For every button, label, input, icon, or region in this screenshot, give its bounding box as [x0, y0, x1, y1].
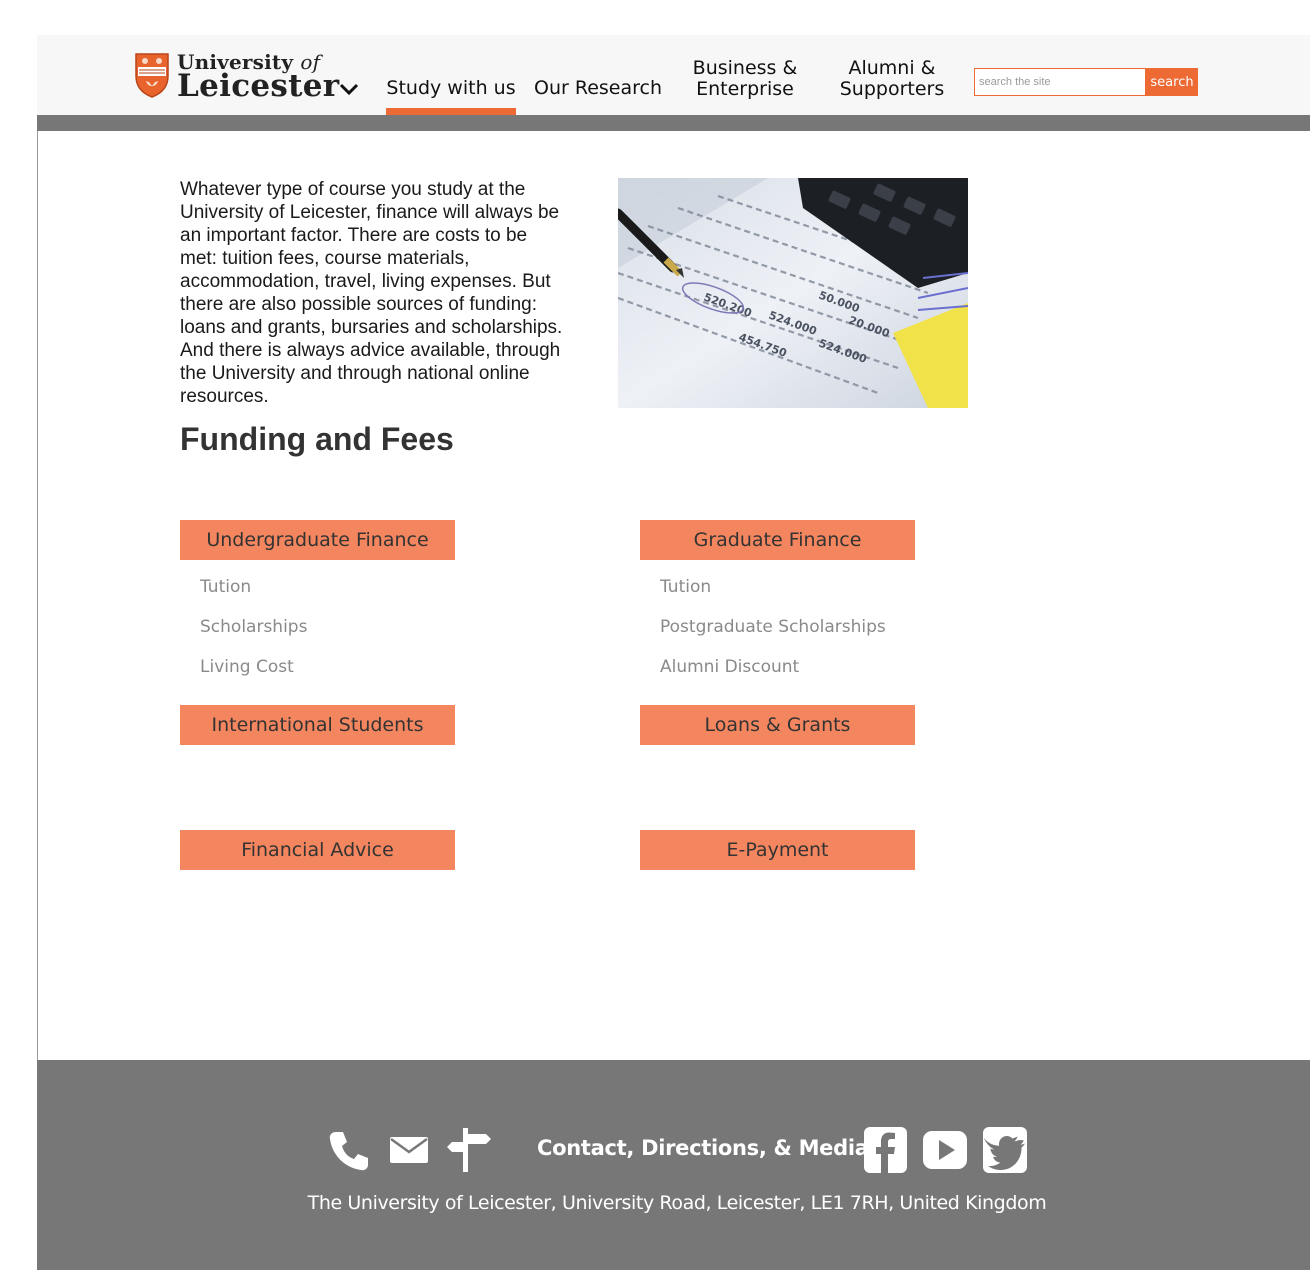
undergraduate-finance-button[interactable]: Undergraduate Finance — [180, 520, 455, 560]
signpost-icon[interactable] — [446, 1128, 492, 1172]
search-button[interactable]: search — [1146, 68, 1198, 96]
crest-icon — [135, 53, 169, 98]
contact-directions-media-link[interactable]: Contact, Directions, & Media — [537, 1136, 869, 1160]
university-logo[interactable]: University of Leicester — [134, 50, 364, 104]
nav-label: Our Research — [534, 77, 662, 99]
nav-business-enterprise[interactable]: Business & Enterprise — [680, 58, 810, 100]
nav-label-line1: Business & — [692, 57, 798, 79]
page-title: Funding and Fees — [180, 421, 454, 457]
nav-label-line2: Enterprise — [696, 78, 794, 100]
footer-address: The University of Leicester, University … — [307, 1192, 1047, 1214]
finance-photo: 520.200 524.000 524.000 454.750 50.000 2… — [618, 178, 968, 408]
nav-label-line2: Supporters — [839, 78, 945, 100]
phone-icon[interactable] — [328, 1130, 370, 1172]
youtube-icon[interactable] — [923, 1131, 967, 1169]
undergraduate-living-cost-link[interactable]: Living Cost — [200, 657, 294, 677]
alumni-discount-link[interactable]: Alumni Discount — [660, 657, 799, 677]
undergraduate-scholarships-link[interactable]: Scholarships — [200, 617, 307, 637]
nav-study-with-us[interactable]: Study with us — [386, 78, 516, 99]
site-footer — [37, 1060, 1310, 1270]
header-divider-bar — [37, 115, 1310, 131]
nav-active-indicator — [386, 108, 516, 115]
mail-icon[interactable] — [389, 1136, 429, 1164]
undergraduate-tuition-link[interactable]: Tution — [200, 577, 251, 597]
international-students-button[interactable]: International Students — [180, 705, 455, 745]
nav-label: Study with us — [386, 77, 516, 99]
graduate-finance-button[interactable]: Graduate Finance — [640, 520, 915, 560]
facebook-icon[interactable] — [864, 1127, 907, 1173]
chevron-down-icon[interactable] — [339, 82, 359, 96]
twitter-icon[interactable] — [983, 1127, 1027, 1173]
loans-grants-button[interactable]: Loans & Grants — [640, 705, 915, 745]
logo-wordmark-bottom: Leicester — [177, 68, 340, 104]
postgraduate-scholarships-link[interactable]: Postgraduate Scholarships — [660, 617, 886, 637]
intro-text: Whatever type of course you study at the… — [180, 179, 563, 407]
search-input[interactable] — [974, 68, 1146, 96]
nav-label-line1: Alumni & — [848, 57, 936, 79]
e-payment-button[interactable]: E-Payment — [640, 830, 915, 870]
nav-alumni-supporters[interactable]: Alumni & Supporters — [827, 58, 957, 100]
financial-advice-button[interactable]: Financial Advice — [180, 830, 455, 870]
graduate-tuition-link[interactable]: Tution — [660, 577, 711, 597]
nav-our-research[interactable]: Our Research — [533, 78, 663, 99]
